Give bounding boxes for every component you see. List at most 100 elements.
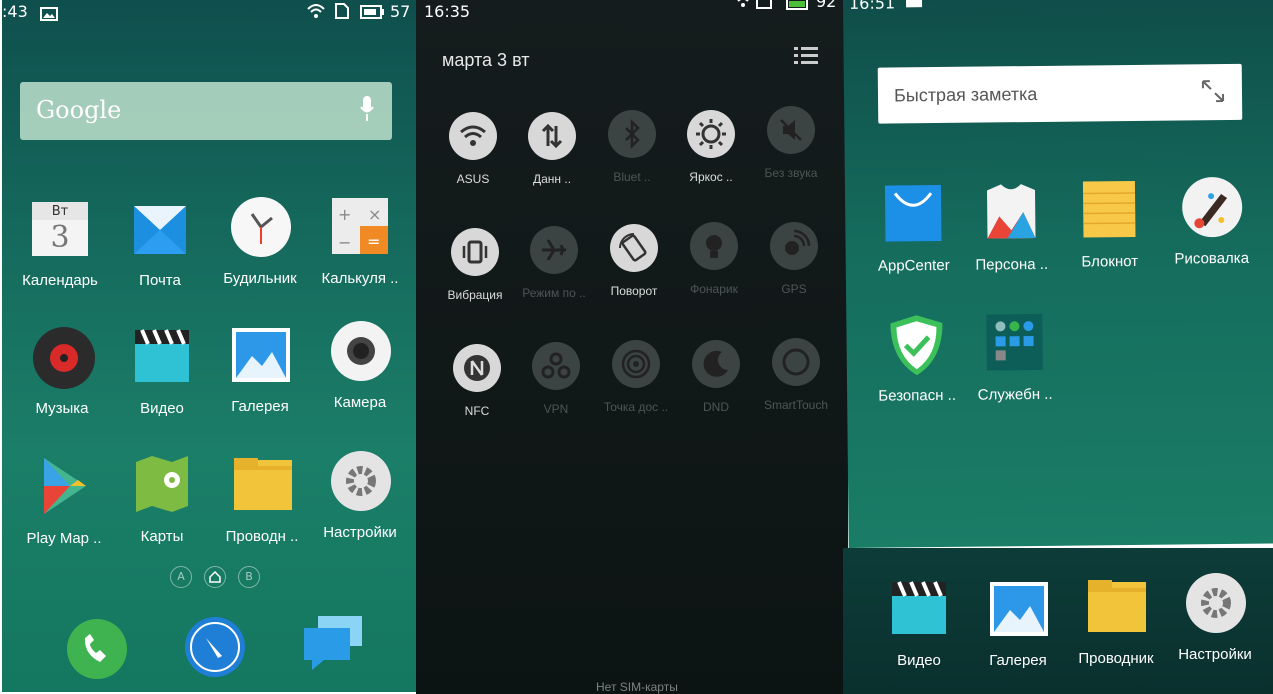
google-logo: Google [36,96,122,124]
qs-wifi[interactable]: ASUS [428,112,518,186]
folder-icon [232,454,292,514]
gallery-icon [230,324,290,384]
wifi-icon [449,112,497,160]
app-label: Play Map .. [26,530,102,547]
home-icon[interactable] [204,566,226,588]
video-icon [132,326,192,386]
qs-vibration[interactable]: Вибрация [430,228,520,302]
app-label: Карты [140,528,184,545]
app-mail[interactable]: Почта [110,198,210,289]
app-appcenter[interactable]: AppCenter [863,183,964,275]
status-time: 16:51 [848,0,896,13]
mic-icon[interactable] [360,96,374,122]
app-label: Будильник [223,270,297,287]
qs-hotspot[interactable]: Точка дос .. [591,340,681,414]
google-search-bar[interactable]: Google [20,82,392,140]
qs-label: DND [703,400,729,414]
status-time: 16:35 [424,2,471,21]
battery-level: 92 [816,0,837,11]
tools-folder-icon [984,312,1045,373]
app-calendar[interactable]: Вт 3 Календарь [10,198,110,289]
qs-gps[interactable]: GPS [749,222,839,296]
quick-note-title: Быстрая заметка [893,83,1038,106]
no-sim-text: Нет SIM-карты [596,680,678,694]
list-menu-icon[interactable] [794,46,818,66]
app-label: Почта [139,272,181,289]
app-themes[interactable]: Персона .. [961,182,1062,274]
dock-gallery[interactable]: Галерея [968,578,1068,669]
app-label: Галерея [989,652,1047,669]
app-label: Галерея [231,398,289,415]
vibration-icon [451,228,499,276]
qs-brightness[interactable]: Яркос .. [666,110,756,184]
notepad-icon [1079,179,1140,240]
status-time: :43 [2,2,28,21]
app-label: Настройки [1178,646,1252,663]
qs-flashlight[interactable]: Фонарик [669,222,759,296]
qs-bluetooth[interactable]: Bluet .. [587,110,677,184]
pager-a[interactable]: A [170,566,192,588]
wifi-status-icon [734,0,752,12]
dock-file-manager[interactable]: Проводник [1066,576,1166,667]
calculator-icon: + × − = [330,196,390,256]
qs-vpn[interactable]: VPN [511,342,601,416]
app-file-manager[interactable]: Проводн .. [212,454,312,545]
qs-airplane[interactable]: Режим по .. [509,226,599,300]
app-label: Персона .. [975,255,1049,274]
app-tools-folder[interactable]: Служебн .. [964,312,1065,404]
pager-dots: A B [170,566,262,588]
bluetooth-icon [608,110,656,158]
vpn-icon [532,342,580,390]
app-gallery[interactable]: Галерея [210,324,310,415]
app-play-store[interactable]: Play Map .. [14,456,114,547]
qs-nfc[interactable]: NFC [432,344,522,418]
wifi-status-icon [307,3,325,23]
app-label: Видео [140,400,184,417]
app-label: Блокнот [1081,252,1139,271]
app-camera[interactable]: Камера [310,320,410,411]
airplane-icon [530,226,578,274]
qs-data[interactable]: Данн .. [507,112,597,186]
browser-icon[interactable] [184,616,246,682]
notification-date: марта 3 вт [442,50,530,70]
app-video[interactable]: Видео [112,326,212,417]
app-label: Музыка [35,400,89,417]
pager-b[interactable]: B [238,566,260,588]
app-label: Проводник [1078,650,1154,667]
app-alarm[interactable]: Будильник [210,196,310,287]
security-icon [886,313,947,376]
app-music[interactable]: Музыка [12,326,112,417]
qs-mute[interactable]: Без звука [746,106,836,180]
app-label: Безопасн .. [878,386,957,405]
qs-dnd[interactable]: DND [671,340,761,414]
phone-icon[interactable] [66,618,128,684]
messages-icon[interactable] [302,616,364,676]
music-icon [32,326,95,389]
app-settings[interactable]: Настройки [310,450,410,541]
app-maps[interactable]: Карты [112,454,212,545]
qs-label: Режим по .. [522,286,586,300]
calendar-icon: Вт 3 [30,198,90,258]
svg-text:+: + [338,205,351,224]
dock-video[interactable]: Видео [869,578,969,669]
qs-smarttouch[interactable]: SmartTouch [751,338,841,412]
qs-label: Вибрация [447,288,503,302]
app-paint[interactable]: Рисовалка [1161,176,1262,268]
qs-label: Яркос .. [689,170,733,184]
app-label: Камера [333,394,387,411]
app-notepad[interactable]: Блокнот [1059,179,1160,271]
qs-rotate[interactable]: Поворот [589,224,679,298]
dock-settings[interactable]: Настройки [1165,572,1265,663]
expand-icon[interactable] [1200,78,1226,104]
app-label: Калькуля .. [321,270,399,287]
app-security[interactable]: Безопасн .. [866,313,967,405]
app-calculator[interactable]: + × − = Калькуля .. [310,196,410,287]
settings-icon [1185,572,1246,633]
status-bar: 16:35 92 [416,0,848,26]
qs-label: GPS [781,282,807,296]
folder-icon [1086,576,1146,636]
dock-right: Видео Галерея Проводник Настройки [843,548,1273,694]
brightness-icon [687,110,735,158]
quick-note-widget[interactable]: Быстрая заметка [877,63,1243,124]
svg-text:−: − [338,233,351,252]
